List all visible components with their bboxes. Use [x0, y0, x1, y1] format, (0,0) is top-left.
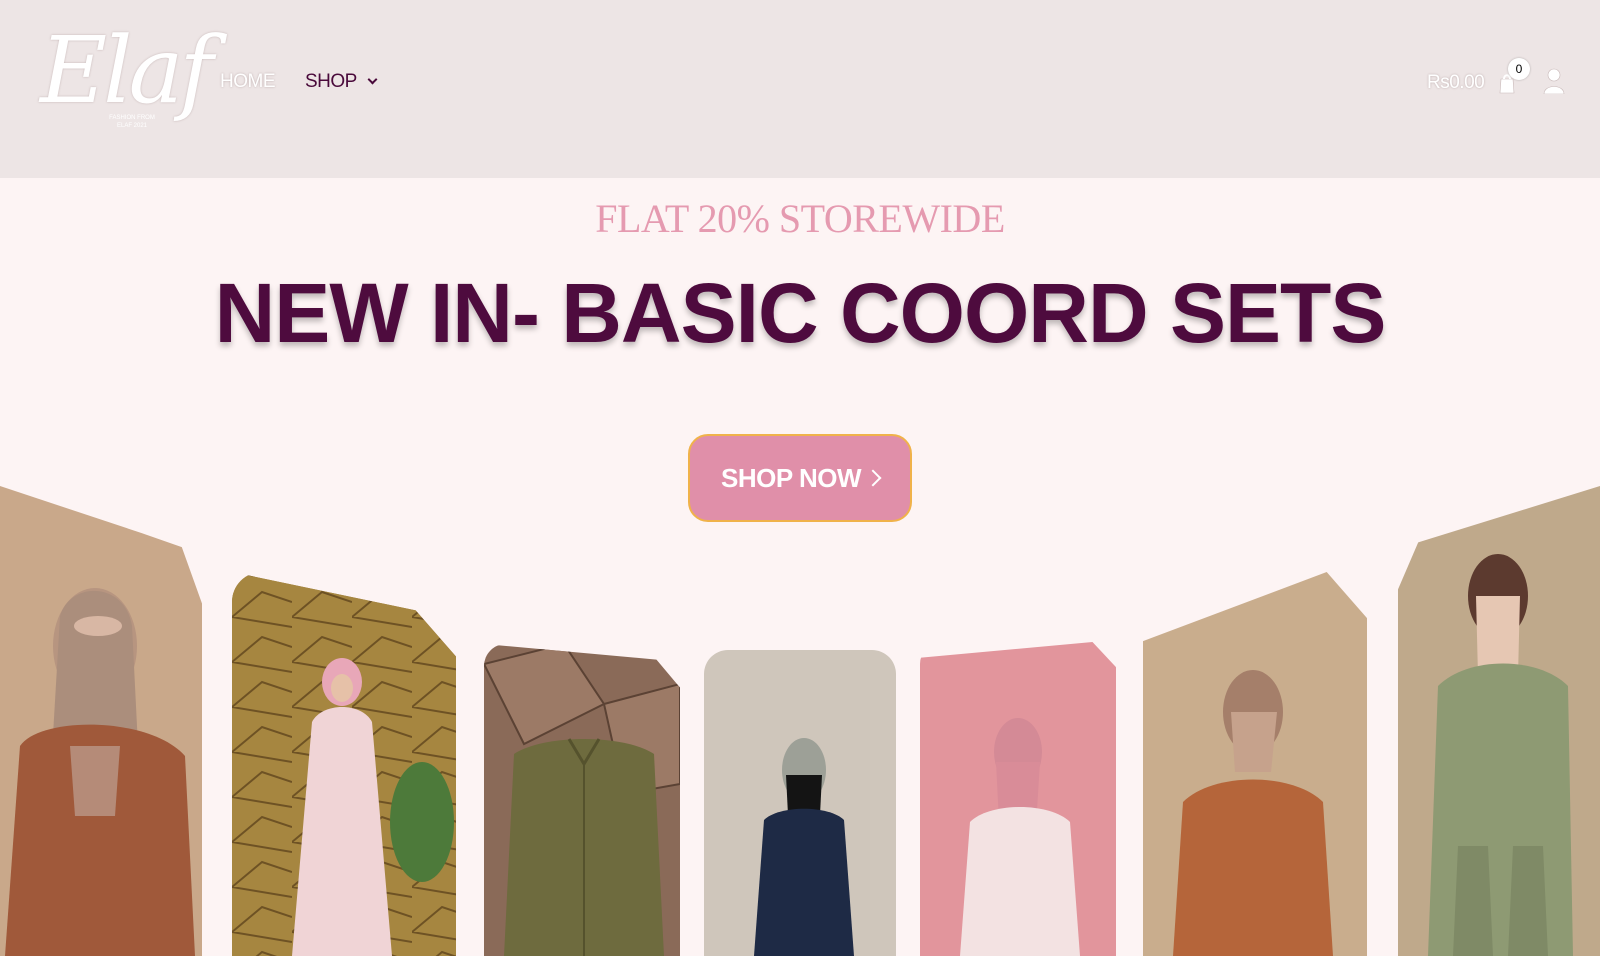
- product-card-5[interactable]: [920, 642, 1116, 956]
- shop-now-label: SHOP NOW: [721, 462, 861, 493]
- promo-text: FLAT 20% STOREWIDE: [595, 196, 1005, 241]
- logo-tagline: FASHION FROM ELAF 2021: [109, 115, 155, 129]
- chevron-right-icon: [864, 469, 882, 487]
- product-photo-4: [704, 650, 896, 956]
- product-card-7[interactable]: [1398, 486, 1600, 956]
- site-header: Elaf FASHION FROM ELAF 2021 HOME SHOP Rs…: [0, 0, 1600, 178]
- product-photo-1: [0, 486, 202, 956]
- product-photo-5: [920, 642, 1116, 956]
- product-card-3[interactable]: [484, 644, 680, 956]
- logo-wordmark: Elaf: [40, 17, 213, 124]
- shop-now-button[interactable]: SHOP NOW: [688, 434, 912, 522]
- product-card-6[interactable]: [1143, 572, 1367, 956]
- product-card-2[interactable]: [232, 572, 456, 956]
- elaf-logo[interactable]: Elaf FASHION FROM ELAF 2021: [40, 16, 213, 150]
- nav-home-link[interactable]: HOME: [220, 71, 276, 93]
- main-nav: HOME SHOP: [220, 70, 378, 94]
- product-photo-6: [1143, 572, 1367, 956]
- product-card-4[interactable]: [704, 650, 896, 956]
- cart-total[interactable]: Rs0.00: [1427, 72, 1485, 94]
- hero-headline: NEW IN- BASIC COORD SETS: [214, 266, 1387, 360]
- user-account-icon[interactable]: [1543, 68, 1565, 95]
- product-photo-3: [484, 644, 680, 956]
- nav-shop-link[interactable]: SHOP: [305, 71, 378, 93]
- product-photo-2: [232, 572, 456, 956]
- nav-shop-label: SHOP: [305, 71, 357, 92]
- cart-count-badge: 0: [1508, 58, 1530, 80]
- chevron-down-icon: [367, 74, 378, 85]
- product-card-1[interactable]: [0, 486, 202, 956]
- product-photo-7: [1398, 486, 1600, 956]
